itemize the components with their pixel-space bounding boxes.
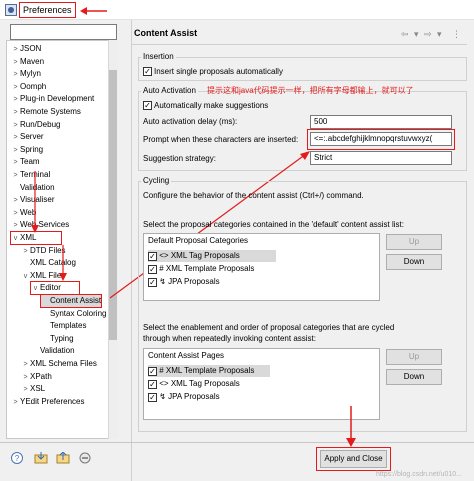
insert-single-label: Insert single proposals automatically [154,67,283,76]
footer-divider [0,442,474,443]
preferences-tree[interactable]: > JSON > Maven > Mylyn > Oomph > Plug-in Developm… [6,40,118,439]
back-menu-icon[interactable]: ▾ [414,28,419,40]
default-item-jpa[interactable]: ✓ ↯ JPA Proposals [148,276,220,288]
template-proposal-icon: # [159,264,164,273]
page-item-template-label: XML Template Proposals [165,366,255,375]
help-icon[interactable]: ? [10,452,24,464]
view-menu-icon[interactable]: ⋮ [452,28,461,40]
annotation-text: 提示这和java代码提示一样，把所有字母都输上，就可以了 [207,86,414,95]
delay-label: Auto activation delay (ms): [143,117,238,126]
apply-highlight [316,447,391,471]
forward-menu-icon[interactable]: ▾ [437,28,442,40]
tree-annotation-arrows-icon [31,171,67,281]
back-icon[interactable]: ⇦ [401,28,409,40]
default-item-jpa-label: JPA Proposals [168,277,220,286]
insertion-label: Insertion [141,52,176,62]
annotation-arrow-icon [80,7,107,15]
jpa-proposal-icon: ↯ [159,392,166,401]
prompt-highlight [307,129,455,150]
template-proposal-icon: # [159,366,164,375]
prompt-label: Prompt when these characters are inserte… [143,135,299,144]
watermark: https://blog.csdn.net/u010... [376,471,463,478]
make-suggestions-checkbox[interactable]: ✓ [143,101,152,110]
default-categories-description: Select the proposal categories contained… [143,220,404,229]
page-item-tag[interactable]: ✓ <> XML Tag Proposals [148,378,240,390]
default-item-template-label: XML Template Proposals [165,264,255,273]
link-icon[interactable] [78,452,92,464]
strategy-select[interactable]: Strict [310,151,452,165]
header-divider [132,44,467,45]
default-item-jpa-checkbox[interactable]: ✓ [148,278,157,287]
filter-input[interactable] [10,24,117,40]
page-item-jpa[interactable]: ✓ ↯ JPA Proposals [148,391,220,403]
apply-arrow-icon [346,406,356,447]
pages-down-button[interactable]: Down [386,369,442,385]
default-item-template[interactable]: ✓ # XML Template Proposals [148,263,254,275]
page-item-jpa-label: JPA Proposals [168,392,220,401]
pages-up-button[interactable]: Up [386,349,442,365]
tag-proposal-icon: <> [159,379,169,388]
default-item-tag[interactable]: ✓ <> XML Tag Proposals [148,250,276,262]
page-title: Content Assist [134,28,198,38]
import-icon[interactable] [34,452,48,464]
forward-icon[interactable]: ⇨ [424,28,432,40]
page-item-tag-label: XML Tag Proposals [170,379,240,388]
cycle-description-2: through when repeatedly invoking content… [143,334,316,343]
page-item-template[interactable]: ✓ # XML Template Proposals [148,365,270,377]
auto-activation-label: Auto Activation [141,86,198,96]
window-title: Preferences [19,2,76,18]
make-suggestions-label: Automatically make suggestions [154,101,269,110]
default-item-tag-label: XML Tag Proposals [170,251,240,260]
cycling-description: Configure the behavior of the content as… [143,191,364,200]
jpa-proposal-icon: ↯ [159,277,166,286]
insert-single-checkbox[interactable]: ✓ [143,67,152,76]
svg-text:?: ? [15,454,20,463]
default-categories-list[interactable]: Default Proposal Categories ✓ <> XML Tag… [143,233,380,301]
cycle-description-1: Select the enablement and order of propo… [143,323,395,332]
export-icon[interactable] [56,452,70,464]
cycling-label: Cycling [141,176,172,186]
default-up-button[interactable]: Up [386,234,442,250]
assist-pages-header: Content Assist Pages [148,351,225,360]
default-categories-header: Default Proposal Categories [148,236,249,245]
page-item-jpa-checkbox[interactable]: ✓ [148,393,157,402]
app-icon [5,4,17,16]
tag-proposal-icon: <> [159,251,169,260]
default-item-tag-checkbox[interactable]: ✓ [148,252,157,261]
page-item-tag-checkbox[interactable]: ✓ [148,380,157,389]
delay-input[interactable]: 500 [310,115,452,129]
default-item-template-checkbox[interactable]: ✓ [148,265,157,274]
default-down-button[interactable]: Down [386,254,442,270]
page-item-template-checkbox[interactable]: ✓ [148,367,157,376]
